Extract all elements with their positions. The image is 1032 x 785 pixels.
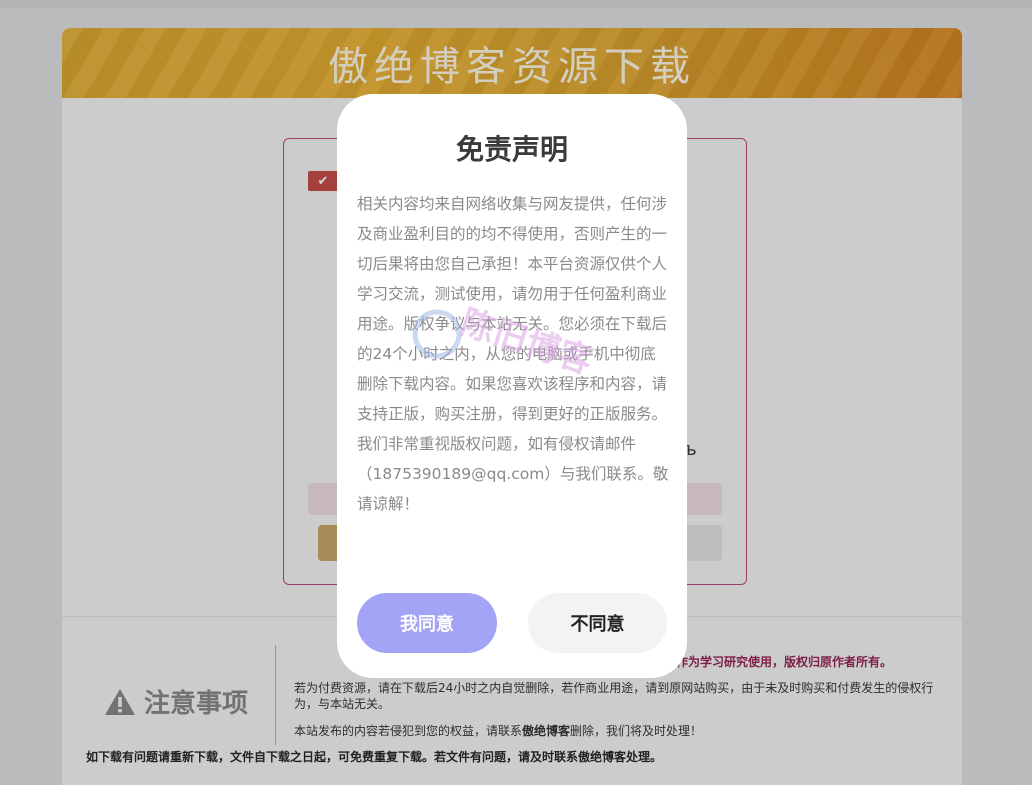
modal-body: 相关内容均来自网络收集与网友提供，任何涉及商业盈利目的的均不得使用，否则产生的一… — [357, 195, 669, 513]
modal-title: 免责声明 — [455, 133, 568, 166]
disclaimer-modal: 免责声明 相关内容均来自网络收集与网友提供，任何涉及商业盈利目的的均不得使用，否… — [337, 94, 687, 678]
disagree-button[interactable]: 不同意 — [528, 593, 667, 653]
agree-button[interactable]: 我同意 — [357, 593, 497, 653]
